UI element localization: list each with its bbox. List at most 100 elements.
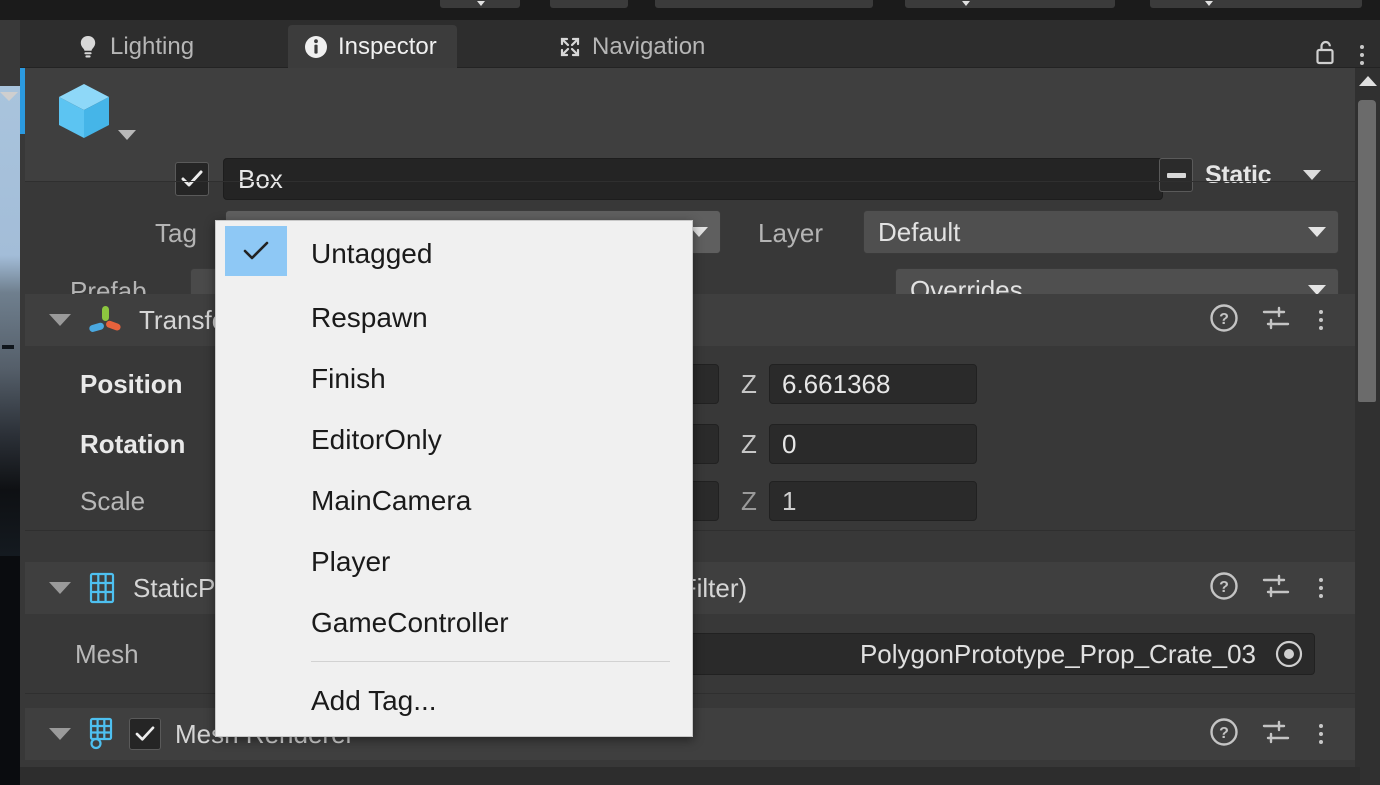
layer-chevron-down-icon xyxy=(1308,227,1326,237)
position-z-input[interactable]: 6.661368 xyxy=(769,364,977,404)
static-toggle-group: Static xyxy=(1159,158,1321,192)
transform-header-actions: ? xyxy=(1209,303,1329,338)
mesh-renderer-enabled-checkbox[interactable] xyxy=(129,718,161,750)
svg-text:?: ? xyxy=(1219,725,1229,742)
kebab-menu-icon[interactable] xyxy=(1313,308,1329,332)
tab-inspector-label: Inspector xyxy=(338,32,437,60)
scale-z-input[interactable]: 1 xyxy=(769,481,977,521)
tab-navigation-label: Navigation xyxy=(592,32,706,60)
menu-item-add-tag[interactable]: Add Tag... xyxy=(216,670,692,731)
inspector-tabbar: Lighting Inspector Navigation xyxy=(20,20,1380,68)
rotation-z-input[interactable]: 0 xyxy=(769,424,977,464)
svg-text:?: ? xyxy=(1219,579,1229,596)
transform-gizmo-icon xyxy=(85,300,125,340)
gameobject-header: Box Static Tag Untagged Layer Default Pr… xyxy=(25,68,1355,312)
inspector-scrollbar[interactable] xyxy=(1355,68,1380,785)
scrollbar-thumb[interactable] xyxy=(1358,100,1376,402)
layer-label: Layer xyxy=(758,218,824,248)
toolbar-button-4[interactable] xyxy=(905,0,1115,8)
rotation-z-field[interactable]: Z 0 xyxy=(741,424,977,464)
mesh-filter-header-actions: ? xyxy=(1209,571,1329,606)
preset-sliders-icon[interactable] xyxy=(1261,717,1291,752)
tab-navigation[interactable]: Navigation xyxy=(542,25,725,68)
static-checkbox[interactable] xyxy=(1159,158,1193,192)
kebab-menu-icon[interactable] xyxy=(1313,722,1329,746)
tab-inspector[interactable]: Inspector xyxy=(288,25,457,68)
help-icon[interactable]: ? xyxy=(1209,571,1239,606)
toolbar-button-5[interactable] xyxy=(1150,0,1362,8)
rotation-label: Rotation xyxy=(80,428,186,459)
lightbulb-icon xyxy=(76,35,100,59)
mesh-renderer-icon xyxy=(85,717,119,751)
menu-item-gamecontroller[interactable]: GameController xyxy=(216,592,692,653)
position-label: Position xyxy=(80,368,183,399)
mesh-filter-foldout-icon[interactable] xyxy=(49,582,71,594)
static-chevron-down-icon[interactable] xyxy=(1303,170,1321,180)
menu-item-label: EditorOnly xyxy=(311,423,442,455)
inspector-bottom-strip xyxy=(20,767,1360,785)
top-toolbar-strip xyxy=(0,0,1380,20)
toolbar-caret-2-icon xyxy=(962,1,970,6)
tag-label: Tag xyxy=(155,218,197,248)
menu-item-label: GameController xyxy=(311,606,509,638)
component-divider xyxy=(25,181,1355,182)
checkmark-icon xyxy=(225,226,287,276)
navigation-arrows-icon xyxy=(558,35,582,59)
menu-item-respawn[interactable]: Respawn xyxy=(216,287,692,348)
menu-item-label: MainCamera xyxy=(311,484,472,516)
menu-item-label: Player xyxy=(311,545,391,577)
menu-item-finish[interactable]: Finish xyxy=(216,348,692,409)
scale-z-field[interactable]: Z 1 xyxy=(741,481,977,521)
tab-lighting[interactable]: Lighting xyxy=(60,25,214,68)
scene-view-caret-icon xyxy=(0,92,18,101)
transform-foldout-icon[interactable] xyxy=(49,314,71,326)
gameobject-name-value: Box xyxy=(238,163,283,194)
gameobject-name-input[interactable]: Box xyxy=(223,158,1163,200)
scene-view-sliver[interactable] xyxy=(0,86,20,556)
mesh-renderer-header-actions: ? xyxy=(1209,717,1329,752)
kebab-menu-icon[interactable] xyxy=(1354,43,1370,67)
lock-open-icon[interactable] xyxy=(1314,38,1336,71)
prefab-cube-icon[interactable] xyxy=(53,80,115,142)
toolbar-caret-1-icon xyxy=(477,1,485,6)
tabbar-actions xyxy=(1314,38,1370,71)
gameobject-active-checkbox[interactable] xyxy=(175,162,209,196)
menu-item-untagged[interactable]: Untagged xyxy=(216,221,692,287)
help-icon[interactable]: ? xyxy=(1209,303,1239,338)
mesh-filter-grid-icon xyxy=(85,571,119,605)
gameobject-icon-caret-icon[interactable] xyxy=(118,130,136,140)
menu-separator xyxy=(311,661,670,662)
tab-lighting-label: Lighting xyxy=(110,32,195,60)
static-label: Static xyxy=(1205,160,1272,189)
toolbar-button-3[interactable] xyxy=(655,0,873,8)
mesh-renderer-foldout-icon[interactable] xyxy=(49,728,71,740)
menu-item-label: Finish xyxy=(311,362,386,394)
scale-label: Scale xyxy=(80,485,146,516)
menu-item-label: Respawn xyxy=(311,301,428,333)
menu-item-label: Add Tag... xyxy=(311,684,437,716)
axis-z-label: Z xyxy=(741,485,757,516)
axis-z-label: Z xyxy=(741,428,757,459)
menu-item-label: Untagged xyxy=(311,238,433,269)
menu-item-editoronly[interactable]: EditorOnly xyxy=(216,409,692,470)
help-icon[interactable]: ? xyxy=(1209,717,1239,752)
toolbar-button-2[interactable] xyxy=(550,0,628,8)
toolbar-caret-3-icon xyxy=(1205,1,1213,6)
scroll-up-icon[interactable] xyxy=(1359,76,1377,86)
left-rail-bottom xyxy=(0,556,20,785)
scene-view-tick xyxy=(2,345,14,349)
layer-value: Default xyxy=(878,216,961,247)
kebab-menu-icon[interactable] xyxy=(1313,576,1329,600)
preset-sliders-icon[interactable] xyxy=(1261,303,1291,338)
info-icon xyxy=(304,35,328,59)
tag-dropdown-menu: Untagged Respawn Finish EditorOnly MainC… xyxy=(215,220,693,737)
preset-sliders-icon[interactable] xyxy=(1261,571,1291,606)
object-picker-icon[interactable] xyxy=(1272,637,1306,671)
axis-z-label: Z xyxy=(741,368,757,399)
menu-item-maincamera[interactable]: MainCamera xyxy=(216,470,692,531)
menu-item-player[interactable]: Player xyxy=(216,531,692,592)
mesh-label: Mesh xyxy=(75,638,139,669)
svg-text:?: ? xyxy=(1219,311,1229,328)
layer-dropdown[interactable]: Default xyxy=(863,210,1339,254)
position-z-field[interactable]: Z 6.661368 xyxy=(741,364,977,404)
